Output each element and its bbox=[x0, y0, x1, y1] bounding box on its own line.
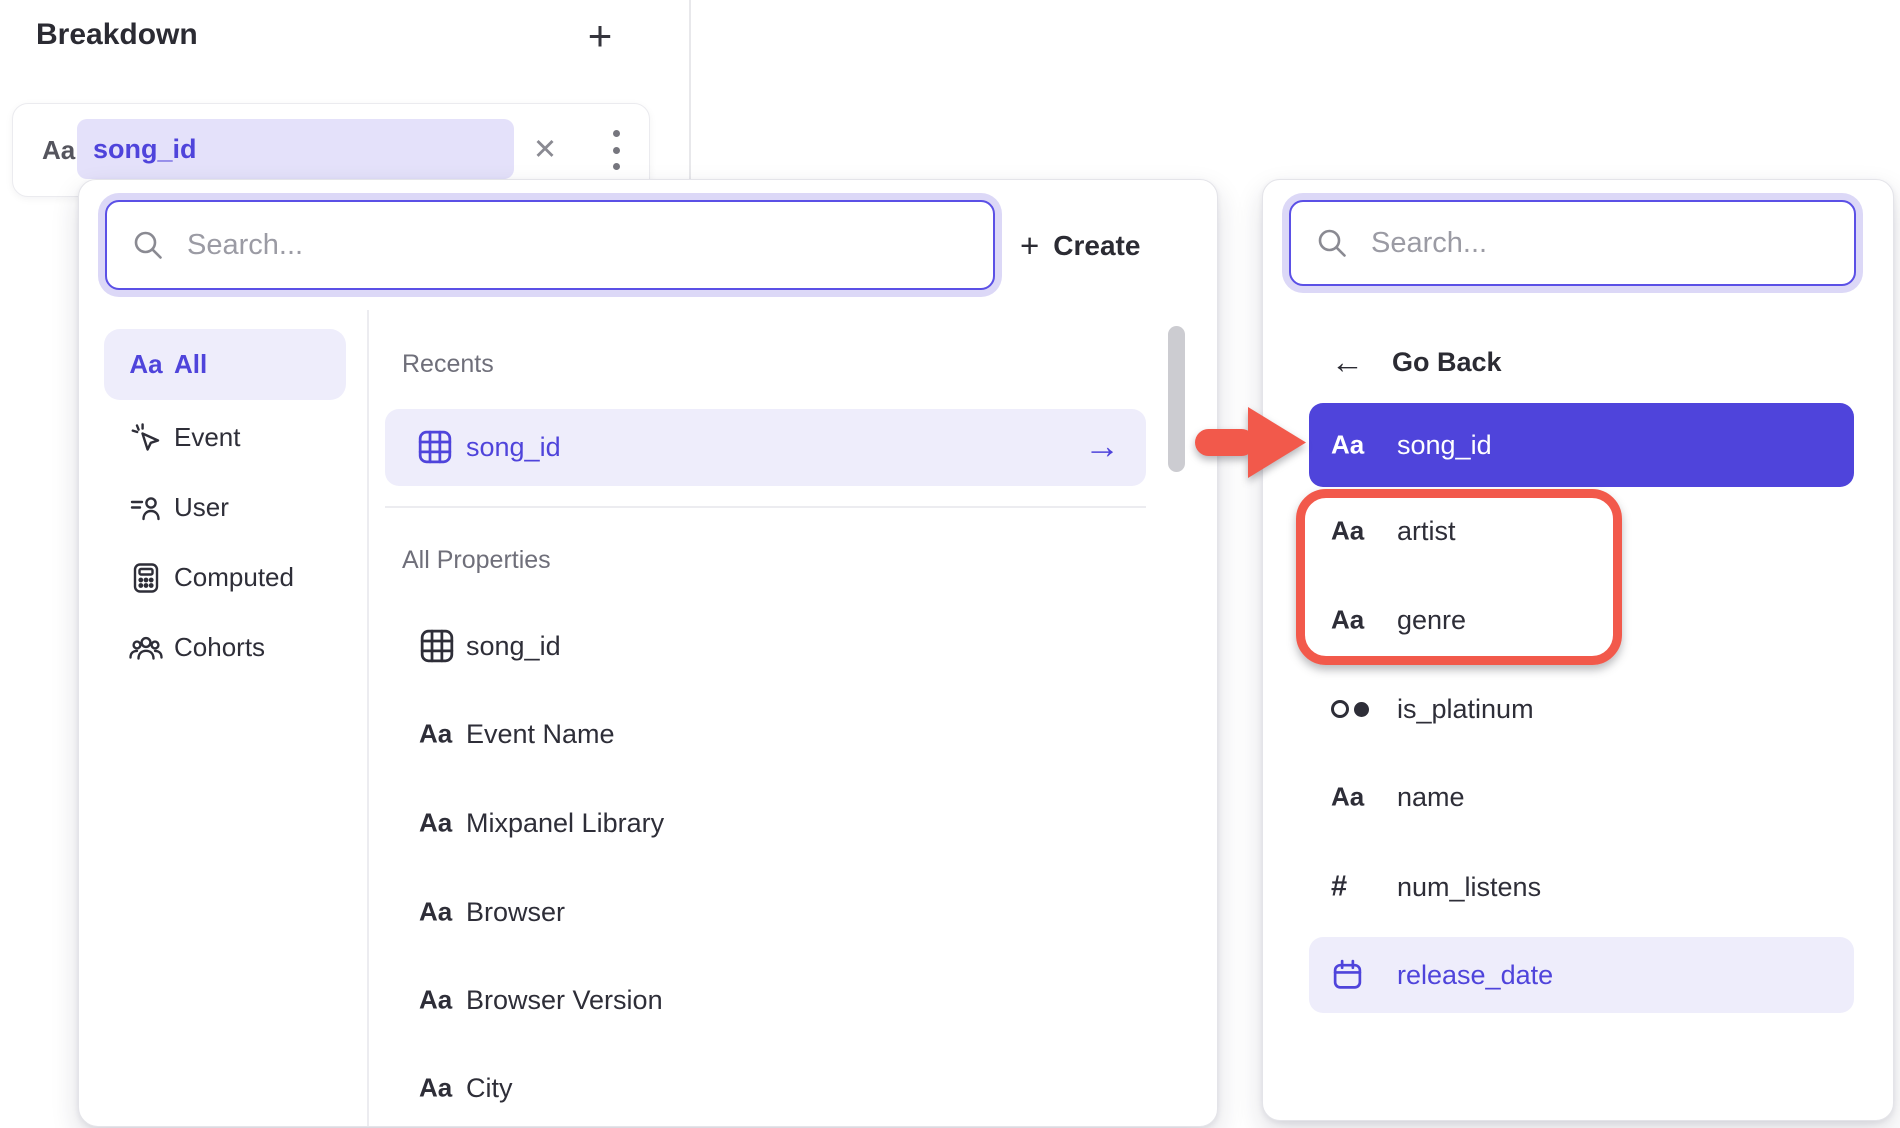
text-type-icon: Aa bbox=[42, 104, 75, 196]
search-input[interactable] bbox=[1369, 201, 1854, 285]
category-event[interactable]: Event bbox=[104, 402, 346, 473]
field-item-name[interactable]: Aa name bbox=[1309, 753, 1854, 841]
category-user[interactable]: User bbox=[104, 472, 346, 543]
boolean-icon bbox=[1331, 700, 1369, 718]
scrollbar-thumb[interactable] bbox=[1168, 326, 1185, 472]
user-icon bbox=[120, 491, 172, 525]
category-computed[interactable]: Computed bbox=[104, 542, 346, 613]
screen: Breakdown + Aa song_id ✕ + Create Aa All bbox=[0, 0, 1900, 1128]
text-type-icon: Aa bbox=[1331, 430, 1364, 461]
recents-header: Recents bbox=[402, 350, 494, 379]
field-item-artist[interactable]: Aa artist bbox=[1309, 487, 1854, 575]
property-item-event-name[interactable]: Aa Event Name bbox=[385, 690, 1146, 778]
field-item-is-platinum[interactable]: is_platinum bbox=[1309, 665, 1854, 753]
property-picker-panel: + Create Aa All Event bbox=[78, 179, 1218, 1127]
breakdown-pill-value[interactable]: song_id bbox=[77, 119, 514, 179]
number-icon: # bbox=[1331, 871, 1347, 904]
text-type-icon: Aa bbox=[419, 719, 452, 750]
go-back-button[interactable]: ← Go Back bbox=[1331, 330, 1502, 394]
category-cohorts[interactable]: Cohorts bbox=[104, 612, 346, 683]
text-type-icon: Aa bbox=[419, 1073, 452, 1104]
text-type-icon: Aa bbox=[419, 985, 452, 1016]
field-item-song-id[interactable]: Aa song_id bbox=[1309, 403, 1854, 487]
search-icon bbox=[1315, 226, 1349, 260]
field-item-genre[interactable]: Aa genre bbox=[1309, 576, 1854, 664]
category-all[interactable]: Aa All bbox=[104, 329, 346, 400]
all-properties-header: All Properties bbox=[402, 546, 551, 575]
property-value-panel: ← Go Back Aa song_id Aa artist Aa genre … bbox=[1262, 179, 1894, 1121]
event-cursor-icon bbox=[120, 422, 172, 454]
table-grid-icon bbox=[417, 429, 453, 470]
add-breakdown-button[interactable]: + bbox=[578, 8, 622, 64]
table-grid-icon bbox=[419, 628, 455, 664]
property-item-city[interactable]: Aa City bbox=[385, 1044, 1146, 1128]
text-type-icon: Aa bbox=[129, 349, 162, 380]
property-item-mixpanel-library[interactable]: Aa Mixpanel Library bbox=[385, 779, 1146, 867]
property-item-song-id[interactable]: song_id bbox=[385, 602, 1146, 690]
field-item-num-listens[interactable]: # num_listens bbox=[1309, 843, 1854, 931]
section-divider bbox=[385, 506, 1146, 508]
people-group-icon bbox=[120, 631, 172, 665]
column-divider bbox=[367, 310, 369, 1126]
text-type-icon: Aa bbox=[1331, 605, 1364, 636]
text-type-icon: Aa bbox=[1331, 782, 1364, 813]
calendar-icon bbox=[1331, 959, 1364, 992]
breakdown-title: Breakdown bbox=[36, 18, 198, 52]
text-type-icon: Aa bbox=[419, 808, 452, 839]
text-type-icon: Aa bbox=[1331, 516, 1364, 547]
kebab-menu-icon[interactable] bbox=[601, 130, 631, 170]
arrow-right-icon: → bbox=[1084, 409, 1120, 486]
field-item-release-date[interactable]: release_date bbox=[1309, 937, 1854, 1013]
property-item-browser[interactable]: Aa Browser bbox=[385, 868, 1146, 956]
search-box[interactable] bbox=[1289, 200, 1856, 286]
search-icon bbox=[131, 228, 165, 262]
widget-edge-divider bbox=[689, 0, 691, 180]
recent-item-song-id[interactable]: song_id → bbox=[385, 409, 1146, 486]
arrow-left-icon: ← bbox=[1331, 343, 1364, 381]
calculator-icon bbox=[120, 561, 172, 595]
property-list: Recents song_id → All Properties bbox=[385, 180, 1146, 1126]
text-type-icon: Aa bbox=[419, 897, 452, 928]
property-item-browser-version[interactable]: Aa Browser Version bbox=[385, 956, 1146, 1044]
